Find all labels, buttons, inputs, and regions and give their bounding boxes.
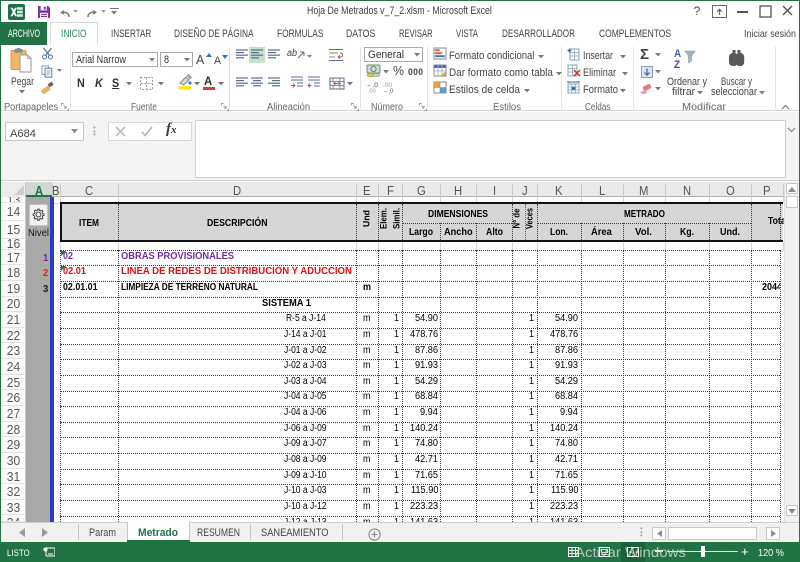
svg-text:→.0: →.0 [383, 89, 393, 94]
svg-text:.00: .00 [368, 89, 376, 94]
